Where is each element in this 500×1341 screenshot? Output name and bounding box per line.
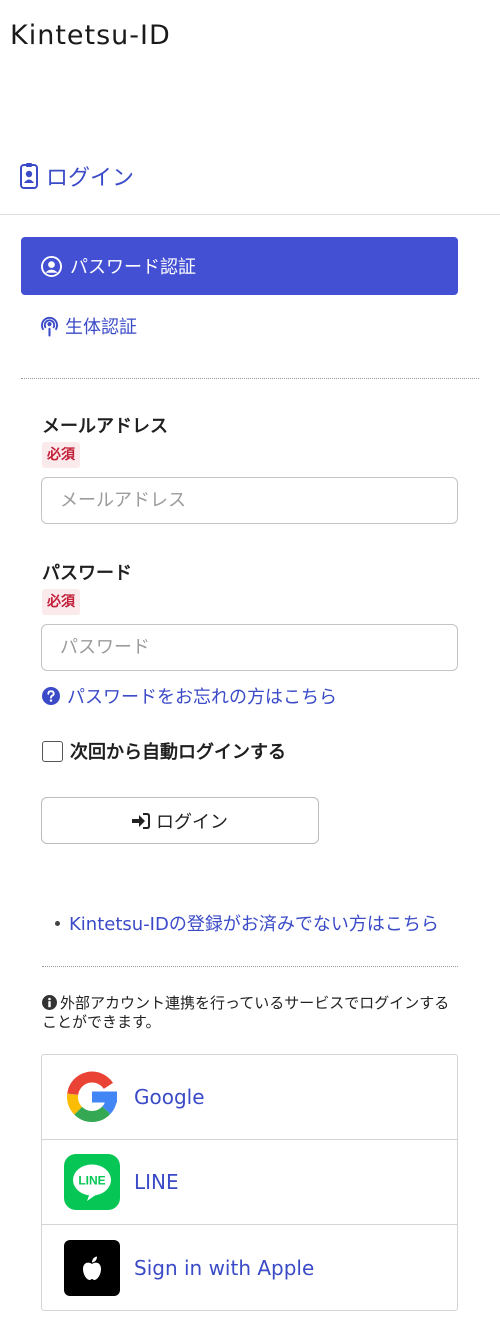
tab-password-auth-label: パスワード認証	[70, 257, 196, 278]
info-circle-icon	[42, 995, 57, 1010]
login-button-label: ログイン	[156, 811, 228, 833]
user-circle-icon	[41, 255, 62, 277]
external-login-info-text: 外部アカウント連携を行っているサービスでログインすることができます。	[42, 994, 450, 1031]
register-divider	[42, 966, 458, 967]
page-title-text: ログイン	[46, 166, 135, 191]
apple-login-button[interactable]: Sign in with Apple	[42, 1225, 457, 1310]
email-input[interactable]	[41, 477, 458, 524]
auto-login-checkbox[interactable]	[42, 740, 63, 762]
auto-login-label: 次回から自動ログインする	[70, 742, 286, 763]
tab-password-auth[interactable]: パスワード認証	[21, 237, 458, 295]
register-link[interactable]: Kintetsu-IDの登録がお済みでない方はこちら	[55, 910, 439, 936]
google-login-button[interactable]: Google	[42, 1055, 457, 1140]
bullet-icon	[55, 920, 60, 926]
line-logo-text: LINE	[78, 1174, 105, 1188]
line-login-label: LINE	[134, 1170, 179, 1194]
password-label: パスワード	[42, 563, 132, 584]
line-logo-icon: LINE	[64, 1154, 120, 1210]
sign-in-icon	[132, 812, 150, 829]
site-logo[interactable]: Kintetsu-ID	[10, 20, 171, 51]
forgot-password-link[interactable]: パスワードをお忘れの方はこちら	[42, 683, 337, 709]
title-divider	[0, 214, 500, 215]
google-logo-icon	[64, 1069, 120, 1125]
login-button[interactable]: ログイン	[41, 797, 319, 844]
forgot-password-text: パスワードをお忘れの方はこちら	[67, 687, 337, 708]
apple-login-label: Sign in with Apple	[134, 1255, 315, 1280]
tab-biometric-auth-label: 生体認証	[65, 317, 137, 338]
external-login-info: 外部アカウント連携を行っているサービスでログインすることができます。	[42, 994, 462, 1032]
sso-provider-list: Google LINE LINE Sign in with Apple	[41, 1054, 458, 1311]
fingerprint-icon	[41, 316, 58, 337]
line-login-button[interactable]: LINE LINE	[42, 1140, 457, 1225]
password-required-badge: 必須	[42, 589, 80, 615]
email-required-badge: 必須	[42, 442, 80, 468]
google-login-label: Google	[134, 1085, 205, 1109]
id-card-icon	[20, 163, 38, 189]
register-link-text: Kintetsu-IDの登録がお済みでない方はこちら	[69, 914, 439, 935]
apple-logo-icon	[64, 1239, 120, 1296]
email-label: メールアドレス	[42, 416, 168, 437]
password-input[interactable]	[41, 624, 458, 671]
auto-login-option[interactable]: 次回から自動ログインする	[42, 738, 286, 764]
question-circle-icon	[42, 687, 60, 705]
page-title: ログイン	[20, 160, 134, 192]
section-divider	[21, 378, 479, 379]
tab-biometric-auth[interactable]: 生体認証	[41, 313, 137, 339]
